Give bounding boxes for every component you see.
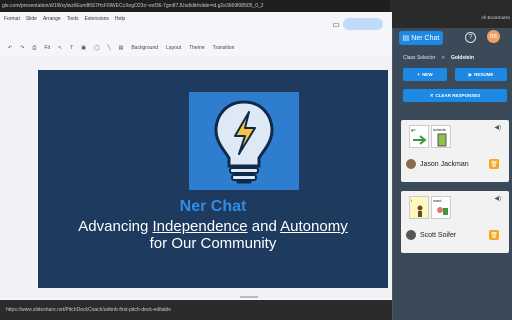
new-button[interactable]: + NEW [403,68,447,81]
tagline-independence: Independence [152,218,248,235]
tagline-line2: for Our Community [149,235,277,252]
menu-slide[interactable]: Slide [26,16,37,22]
resume-button-label: RESUME [474,72,494,77]
student-row: Scott Soifer [406,226,502,244]
editor-toolbar: ↶ ↷ ⎙ Fit ↖ T ▣ ◯ ╲ ▤ Background Layout … [0,42,392,54]
trash-icon[interactable]: 🗑 [489,159,499,169]
layout-button[interactable]: Layout [166,45,181,51]
user-avatar[interactable]: BB [487,30,500,43]
undo-icon[interactable]: ↶ [8,45,12,51]
cursor-icon[interactable]: ↖ [58,45,62,51]
close-icon: ✕ [429,92,434,98]
tagline-pre: Advancing [78,218,153,235]
background-button[interactable]: Background [131,45,158,51]
image-icon[interactable]: ▣ [81,45,86,51]
breadcrumb: Class Selector > Goldstein [403,55,474,61]
symbol-label: I [411,198,413,203]
symbol-tile: outside [431,125,451,148]
student-row: Jason Jackman [406,155,502,173]
line-icon[interactable]: ╲ [108,45,111,51]
symbol-row: go outside [409,125,451,148]
clear-responses-label: CLEAR RESPONSES [435,93,481,98]
chat-icon: ▤ [402,35,410,42]
menu-bar: Format Slide Arrange Tools Extensions He… [0,12,125,26]
symbol-tile: go [409,125,429,148]
symbol-label: want [433,198,442,203]
print-icon[interactable]: ⎙ [32,45,36,51]
slide-thumbnails[interactable] [0,56,34,298]
comment-icon[interactable]: ▤ [119,45,124,51]
resume-button[interactable]: ▶ RESUME [455,68,507,81]
menu-format[interactable]: Format [4,16,20,22]
student-name: Scott Soifer [420,231,457,239]
symbol-tile: want [431,196,451,219]
slide-tagline: Advancing Independence and Autonomy for … [38,218,388,252]
menu-extensions[interactable]: Extensions [84,16,108,22]
play-icon: ▶ [468,71,473,77]
breadcrumb-class-selector[interactable]: Class Selector [403,55,435,61]
response-card[interactable]: go outside ◀) Jason Jackman 🗑 [401,120,509,182]
student-name: Jason Jackman [420,160,469,168]
want-icon [437,207,448,215]
share-button[interactable] [343,18,383,30]
symbol-tile: I [409,196,429,219]
textbox-icon[interactable]: T [70,45,73,51]
zoom-fit-select[interactable]: Fit [44,45,50,51]
symbol-row: I want [409,196,451,219]
slide-canvas[interactable]: Ner Chat Advancing Independence and Auto… [38,70,388,288]
new-button-label: NEW [422,72,433,77]
speaker-icon[interactable]: ◀) [494,124,501,131]
breadcrumb-current: Goldstein [450,55,474,61]
student-avatar [406,159,416,169]
symbol-label: outside [433,127,446,132]
screen: gle.com/presentation/d/1Wxylwz/iEum8fiS7… [0,0,512,320]
redo-icon[interactable]: ↷ [20,45,24,51]
ner-chat-panel: ▤ Ner Chat ? BB Class Selector > Goldste… [392,28,512,320]
arrow-right-icon [413,135,427,145]
help-icon[interactable]: ? [465,32,476,43]
student-avatar [406,230,416,240]
ner-chat-button[interactable]: ▤ Ner Chat [399,31,443,45]
menu-tools[interactable]: Tools [67,16,79,22]
browser-toolbar-right: All Bookmarks [390,0,512,28]
speaker-icon[interactable]: ◀) [494,195,501,202]
person-icon [417,205,423,217]
slide-title: Ner Chat [179,198,247,215]
menu-arrange[interactable]: Arrange [43,16,61,22]
breadcrumb-separator: > [441,55,445,61]
menu-help[interactable]: Help [115,16,125,22]
response-card[interactable]: I want ◀) Scott Soifer 🗑 [401,191,509,253]
resize-handle[interactable] [240,296,258,298]
shape-icon[interactable]: ◯ [94,45,100,51]
tagline-autonomy: Autonomy [280,218,348,235]
theme-button[interactable]: Theme [189,45,205,51]
address-bar[interactable]: gle.com/presentation/d/1Wxylwz/iEum8fiS7… [0,0,390,12]
door-icon [437,133,447,147]
slideshow-button[interactable]: ▭ [329,18,343,30]
ner-chat-label: Ner Chat [411,34,440,42]
plus-icon: + [417,72,421,77]
all-bookmarks-link[interactable]: All Bookmarks [481,15,510,20]
clear-responses-button[interactable]: ✕ CLEAR RESPONSES [403,89,507,102]
status-url: https://www.slideshare.net/PitchDeckCoac… [0,300,392,320]
lightbulb-logo-icon [189,92,299,190]
tagline-mid: and [247,218,281,235]
trash-icon[interactable]: 🗑 [489,230,499,240]
symbol-label: go [411,127,416,132]
transition-button[interactable]: Transition [213,45,235,51]
